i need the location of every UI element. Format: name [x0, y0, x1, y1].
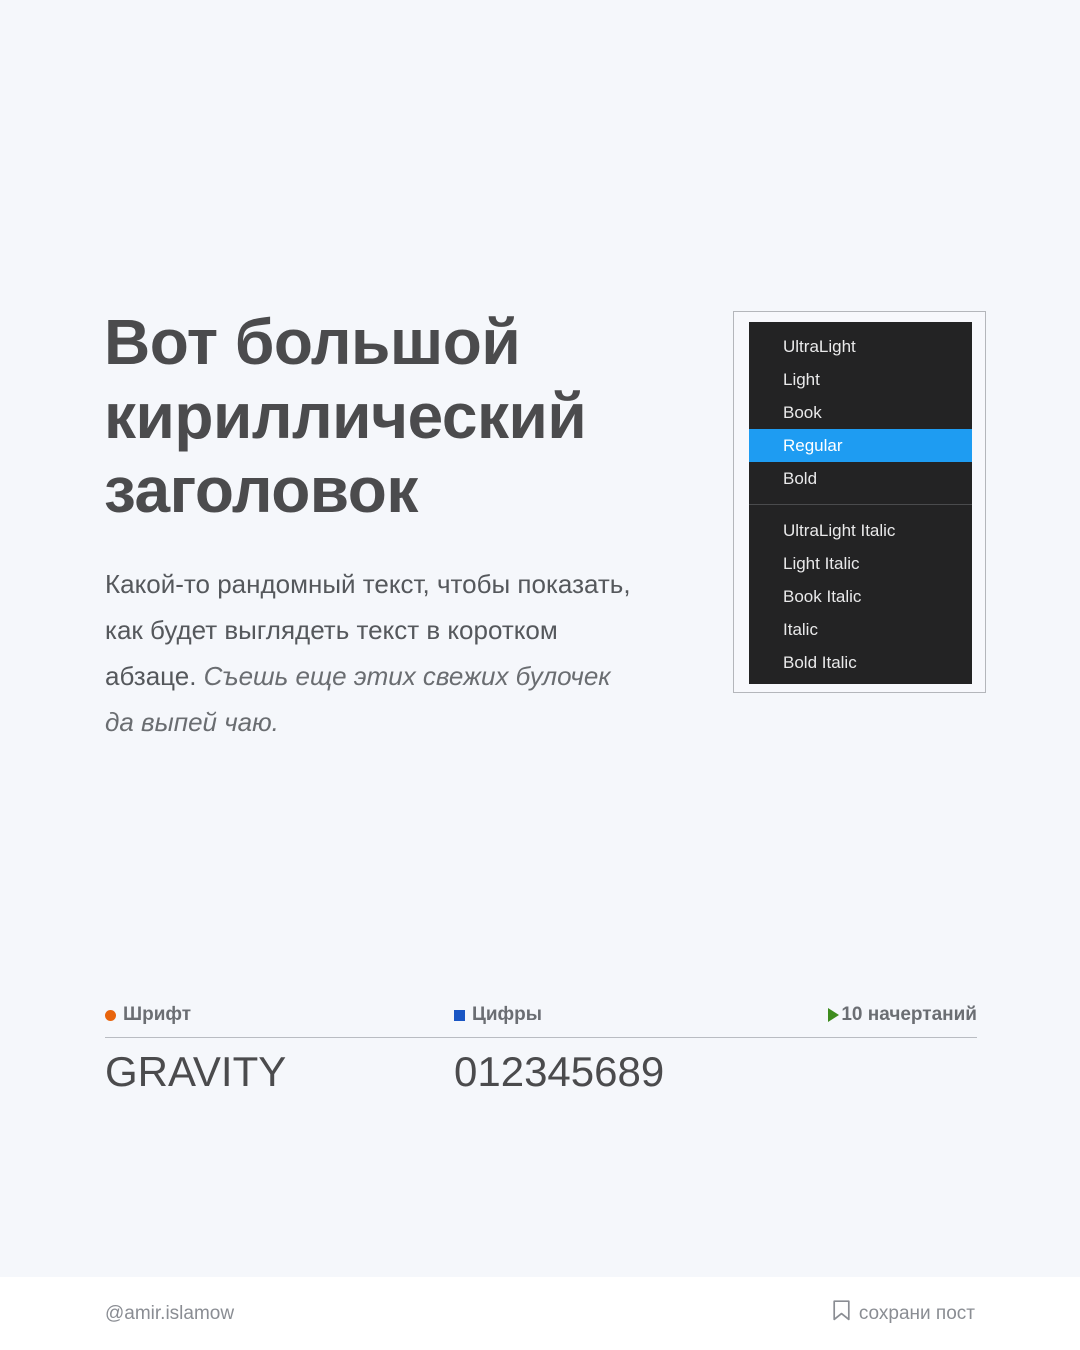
stat-styles: 10 начертаний — [828, 1004, 977, 1026]
menu-item-label: Bold — [783, 469, 818, 488]
menu-item-regular-selected[interactable]: Regular — [749, 429, 972, 462]
menu-item-bold-italic[interactable]: Bold Italic — [749, 646, 972, 679]
post-footer: @amir.islamow сохрани пост — [0, 1277, 1080, 1350]
menu-item-label: UltraLight — [783, 337, 856, 356]
stat-font-value: GRAVITY — [105, 1048, 287, 1095]
style-menu-group-upright: UltraLight Light Book Regular Bold — [749, 322, 972, 504]
menu-item-label: Book — [783, 403, 822, 422]
post-stage: Вот большой кириллический заголовок Како… — [0, 0, 1080, 1277]
specimen-stats-labels: Шрифт Цифры 10 начертаний — [105, 1004, 977, 1032]
menu-item-label: Light Italic — [783, 554, 860, 573]
menu-item-book-italic[interactable]: Book Italic — [749, 580, 972, 613]
menu-item-label: Italic — [783, 620, 818, 639]
menu-item-label: UltraLight Italic — [783, 521, 896, 540]
orange-circle-marker-icon — [105, 1009, 116, 1021]
style-menu-frame: UltraLight Light Book Regular Bold Ultra… — [733, 311, 986, 693]
menu-item-ultralight[interactable]: UltraLight — [749, 330, 972, 363]
page-title: Вот большой кириллический заголовок — [104, 306, 587, 526]
stat-digits-value: 012345689 — [454, 1048, 665, 1095]
menu-item-label: Regular — [783, 436, 843, 455]
specimen-stats-values: GRAVITY 012345689 — [105, 1047, 977, 1107]
post-canvas: Вот большой кириллический заголовок Како… — [0, 0, 1080, 1350]
bookmark-icon — [833, 1300, 850, 1327]
menu-item-book[interactable]: Book — [749, 396, 972, 429]
author-handle[interactable]: @amir.islamow — [105, 1303, 234, 1325]
menu-item-bold[interactable]: Bold — [749, 462, 972, 495]
specimen-stats: Шрифт Цифры 10 начертаний GRAVITY 012345… — [105, 1004, 977, 1107]
blue-square-marker-icon — [454, 1009, 465, 1021]
menu-item-ultralight-italic[interactable]: UltraLight Italic — [749, 514, 972, 547]
sample-paragraph: Какой-то рандомный текст, чтобы показать… — [105, 561, 645, 745]
green-triangle-marker-icon — [828, 1008, 840, 1022]
save-post-label: сохрани пост — [858, 1302, 975, 1324]
style-menu[interactable]: UltraLight Light Book Regular Bold Ultra… — [749, 322, 972, 684]
menu-item-light-italic[interactable]: Light Italic — [749, 547, 972, 580]
stat-font-label: Шрифт — [123, 1004, 192, 1025]
stats-divider — [105, 1037, 977, 1038]
save-post-button[interactable]: сохрани пост — [833, 1300, 975, 1327]
menu-item-label: Book Italic — [783, 587, 862, 606]
stat-styles-label: 10 начертаний — [841, 1004, 977, 1025]
stat-font: Шрифт — [105, 1004, 191, 1026]
menu-item-label: Light — [783, 370, 820, 389]
menu-item-label: Bold Italic — [783, 653, 857, 672]
stat-digits: Цифры — [454, 1004, 542, 1026]
menu-item-light[interactable]: Light — [749, 363, 972, 396]
menu-item-italic[interactable]: Italic — [749, 613, 972, 646]
stat-digits-label: Цифры — [472, 1004, 543, 1025]
style-menu-group-italic: UltraLight Italic Light Italic Book Ital… — [749, 504, 972, 689]
